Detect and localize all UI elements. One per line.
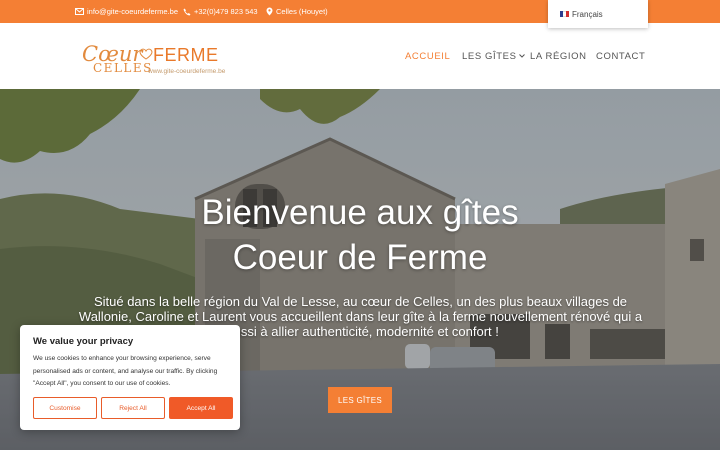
cookie-text: We use cookies to enhance your browsing … <box>33 355 218 387</box>
contact-phone-text: +32(0)479 823 543 <box>194 7 258 16</box>
nav-accueil[interactable]: ACCUEIL <box>405 23 450 89</box>
chevron-down-icon <box>518 54 525 58</box>
france-flag-icon <box>560 11 569 17</box>
accept-all-button[interactable]: Accept All <box>169 397 233 419</box>
hero-title-line1: Bienvenue aux gîtes <box>201 193 519 232</box>
heart-icon <box>139 48 153 60</box>
envelope-icon <box>75 8 84 15</box>
reject-all-button[interactable]: Reject All <box>101 397 165 419</box>
nav-les-gites[interactable]: LES GÎTES <box>462 23 525 89</box>
map-pin-icon <box>266 7 273 16</box>
nav-la-region-label: LA RÉGION <box>530 50 587 62</box>
site-logo[interactable]: Cœur FERME CELLES www.gite-coeurdeferme.… <box>82 42 242 80</box>
cookie-title: We value your privacy <box>33 336 134 347</box>
nav-la-region[interactable]: LA RÉGION <box>530 23 587 89</box>
nav-contact-label: CONTACT <box>596 50 646 62</box>
contact-email-text: info@gite-coeurdeferme.be <box>87 7 178 16</box>
nav-les-gites-label: LES GÎTES <box>462 50 517 62</box>
cookie-consent-banner: We value your privacy We use cookies to … <box>20 325 240 430</box>
logo-url-text: www.gite-coeurdeferme.be <box>148 68 226 75</box>
contact-location-text: Celles (Houyet) <box>276 7 328 16</box>
customise-button[interactable]: Customise <box>33 397 97 419</box>
phone-icon <box>183 8 191 15</box>
language-selector[interactable]: Français <box>548 0 648 28</box>
contact-email[interactable]: info@gite-coeurdeferme.be <box>75 0 178 23</box>
logo-celles-text: CELLES <box>93 61 153 75</box>
logo-ferme-text: FERME <box>153 45 219 65</box>
contact-phone[interactable]: +32(0)479 823 543 <box>183 0 258 23</box>
language-label: Français <box>572 9 603 19</box>
les-gites-button[interactable]: LES GÎTES <box>328 387 392 413</box>
contact-location: Celles (Houyet) <box>266 0 328 23</box>
nav-contact[interactable]: CONTACT <box>596 23 645 89</box>
nav-accueil-label: ACCUEIL <box>405 50 451 62</box>
hero-title-line2: Coeur de Ferme <box>232 238 488 277</box>
